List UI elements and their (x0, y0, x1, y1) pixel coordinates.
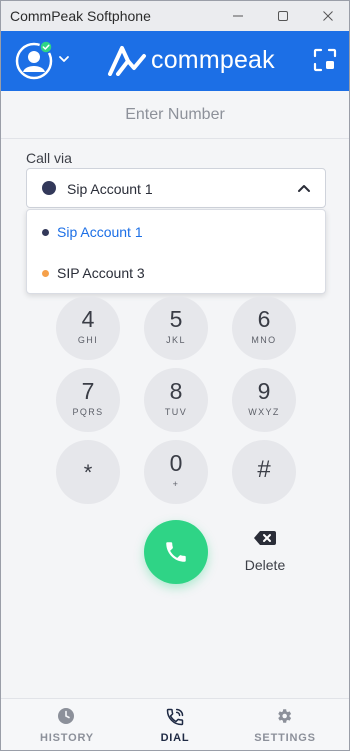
backspace-icon (254, 531, 276, 545)
user-avatar-button[interactable] (15, 40, 55, 80)
key-digit: 8 (169, 378, 183, 404)
app-header: commpeak (1, 31, 349, 91)
nav-tab-history[interactable]: HISTORY (9, 699, 125, 750)
number-input[interactable] (1, 91, 349, 138)
key-digit: # (257, 456, 271, 483)
call-via-label: Call via (26, 150, 72, 166)
dropdown-option-label: Sip Account 1 (57, 224, 143, 240)
key-digit: * (83, 460, 93, 485)
nav-tab-dial[interactable]: DIAL (117, 699, 233, 750)
dropdown-option-label: SIP Account 3 (57, 265, 145, 281)
account-dropdown: Sip Account 1 SIP Account 3 (26, 209, 326, 294)
account-status-dot (42, 181, 56, 195)
keypad-key-7[interactable]: 7 PQRS (56, 368, 120, 432)
maximize-icon (278, 11, 288, 21)
bottom-nav: HISTORY DIAL SETTINGS (1, 698, 349, 750)
maximize-button[interactable] (260, 1, 306, 31)
key-letters: WXYZ (248, 407, 280, 417)
chevron-down-icon[interactable] (58, 55, 70, 63)
keypad-key-8[interactable]: 8 TUV (144, 368, 208, 432)
key-letters: GHI (77, 335, 99, 345)
nav-label: SETTINGS (254, 732, 316, 744)
keypad-key-6[interactable]: 6 MNO (232, 296, 296, 360)
keypad-key-9[interactable]: 9 WXYZ (232, 368, 296, 432)
logo-text: commpeak (151, 45, 275, 74)
key-letters: + (172, 479, 180, 489)
phone-icon (166, 542, 186, 562)
commpeak-logo-icon (108, 46, 146, 76)
delete-label: Delete (244, 557, 286, 573)
commpeak-logo: commpeak (107, 44, 275, 76)
window-title: CommPeak Softphone (10, 8, 151, 24)
minimize-icon (233, 15, 243, 17)
call-button[interactable] (144, 520, 208, 584)
softphone-window: CommPeak Softphone commpeak Enter Number… (0, 0, 350, 751)
expand-button[interactable] (313, 48, 337, 72)
key-letters: PQRS (72, 407, 104, 417)
key-digit: 9 (257, 378, 271, 404)
title-bar[interactable]: CommPeak Softphone (1, 1, 349, 31)
minimize-button[interactable] (215, 1, 261, 31)
key-letters: TUV (164, 407, 188, 417)
key-digit: 6 (257, 306, 271, 332)
dropdown-option-sip-account-1[interactable]: Sip Account 1 (27, 212, 325, 252)
key-digit: 5 (169, 306, 183, 332)
dropdown-option-sip-account-3[interactable]: SIP Account 3 (27, 253, 325, 293)
key-digit: 4 (81, 306, 95, 332)
keypad-key-0[interactable]: 0 + (144, 440, 208, 504)
close-icon (323, 11, 333, 21)
number-area (1, 91, 349, 139)
account-dot (42, 229, 49, 236)
nav-label: DIAL (160, 732, 190, 744)
account-dot (42, 270, 49, 277)
call-via-select[interactable]: Sip Account 1 (26, 168, 326, 208)
nav-tab-settings[interactable]: SETTINGS (227, 699, 343, 750)
chevron-up-icon (298, 185, 310, 192)
selected-account: Sip Account 1 (67, 181, 153, 197)
delete-button[interactable]: Delete (233, 527, 297, 577)
expand-icon (313, 48, 337, 72)
key-digit: 0 (169, 450, 183, 476)
gear-icon (278, 709, 292, 723)
user-avatar-icon (15, 40, 53, 80)
keypad-key-4[interactable]: 4 GHI (56, 296, 120, 360)
key-letters: JKL (166, 335, 186, 345)
key-digit: 7 (81, 378, 95, 404)
nav-label: HISTORY (40, 732, 94, 744)
keypad-key-hash[interactable]: # (232, 440, 296, 504)
keypad-key-5[interactable]: 5 JKL (144, 296, 208, 360)
key-letters: MNO (251, 335, 277, 345)
phone-dial-icon (166, 708, 184, 726)
clock-icon (58, 708, 74, 724)
close-button[interactable] (305, 1, 349, 31)
keypad-key-star[interactable]: * (56, 440, 120, 504)
